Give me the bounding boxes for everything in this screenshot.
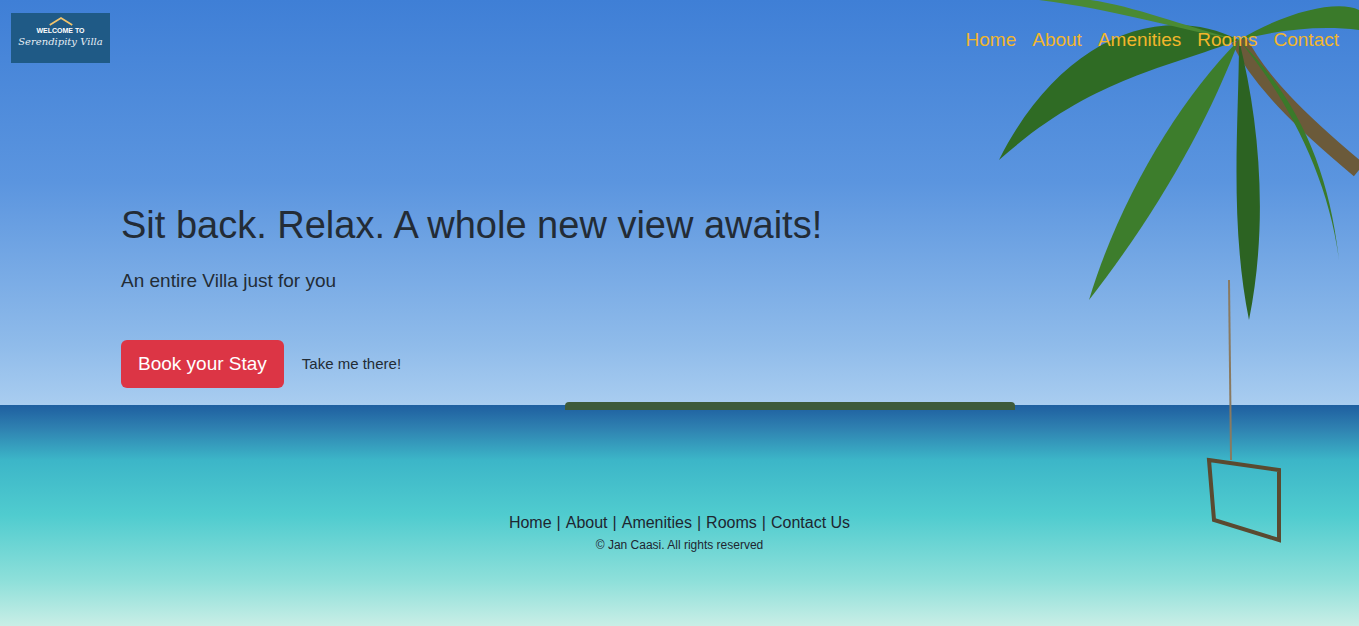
main-nav: Home About Amenities Rooms Contact (966, 29, 1339, 51)
footer-link[interactable]: Amenities (622, 512, 692, 534)
book-button[interactable]: Book your Stay (121, 340, 284, 388)
hero: Sit back. Relax. A whole new view awaits… (0, 203, 1359, 388)
footer-separator: | (557, 512, 561, 534)
nav-link[interactable]: Rooms (1197, 29, 1257, 51)
footer-link[interactable]: Rooms (706, 512, 757, 534)
house-roof-icon (48, 17, 74, 26)
take-me-there-link[interactable]: Take me there! (302, 355, 401, 372)
hero-background-photo (0, 0, 1359, 626)
footer-links: Home| About| Amenities| Rooms| Contact U… (0, 512, 1359, 534)
hero-subtitle: An entire Villa just for you (121, 269, 1359, 293)
landing-page: WELCOME TO Serendipity Villa Home About Am… (0, 0, 1359, 626)
footer: Home| About| Amenities| Rooms| Contact U… (0, 512, 1359, 554)
hero-actions: Book your Stay Take me there! (121, 340, 1359, 388)
footer-separator: | (613, 512, 617, 534)
footer-link[interactable]: About (566, 512, 608, 534)
nav-link[interactable]: Contact (1274, 29, 1339, 51)
footer-separator: | (762, 512, 766, 534)
footer-link[interactable]: Home (509, 512, 552, 534)
top-bar: WELCOME TO Serendipity Villa Home About Am… (0, 0, 1359, 63)
nav-link[interactable]: About (1032, 29, 1082, 51)
footer-link[interactable]: Contact Us (771, 512, 850, 534)
hero-title: Sit back. Relax. A whole new view awaits… (121, 203, 1359, 249)
site-logo[interactable]: WELCOME TO Serendipity Villa (11, 13, 110, 63)
palm-tree-icon (859, 0, 1359, 626)
copyright: © Jan Caasi. All rights reserved (0, 536, 1359, 554)
nav-link[interactable]: Amenities (1098, 29, 1181, 51)
footer-separator: | (697, 512, 701, 534)
nav-link[interactable]: Home (966, 29, 1017, 51)
